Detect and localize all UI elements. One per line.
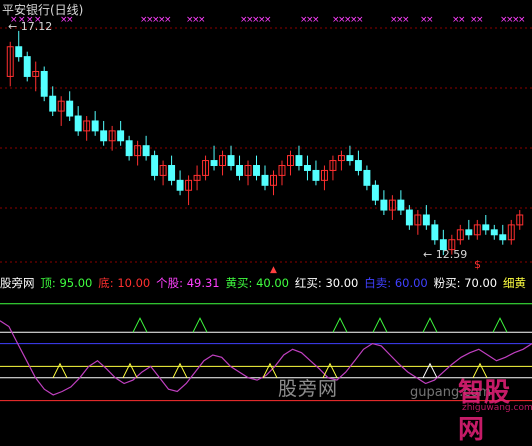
- signal-spike: [422, 362, 438, 379]
- candle: [40, 66, 48, 102]
- signal-spike: [422, 317, 438, 333]
- watermark-text: 股旁网: [278, 378, 339, 400]
- candle: [405, 205, 413, 230]
- candle: [23, 51, 31, 82]
- candle: [270, 170, 277, 196]
- candle: [473, 219, 481, 240]
- candle: [482, 214, 490, 235]
- signal-x-marker: ×: [356, 15, 364, 25]
- candle: [83, 116, 91, 141]
- signal-spike: [122, 362, 138, 379]
- candle: [414, 210, 422, 235]
- candle: [320, 165, 328, 191]
- dollar-marker: $: [474, 258, 481, 271]
- signal-x-marker: ×: [476, 15, 484, 25]
- candle: [422, 205, 430, 230]
- candle: [499, 224, 507, 245]
- signal-x-marker: ×: [458, 15, 466, 25]
- signal-spike: [332, 317, 348, 333]
- candle: [117, 120, 125, 146]
- candle: [465, 219, 473, 240]
- candle: [185, 175, 193, 206]
- candle: [176, 170, 184, 196]
- candle: [456, 224, 464, 245]
- legend-top: 顶: 95.00: [40, 276, 93, 290]
- candle: [168, 155, 176, 186]
- signal-x-marker: ×: [164, 15, 172, 25]
- candle: [49, 86, 57, 117]
- high-price-label: ← 17.12: [8, 20, 53, 33]
- legend-bottom: 底: 10.00: [98, 276, 151, 290]
- candle: [303, 155, 311, 181]
- candlestick-chart: × × × × ×× ××××× ××× ××××× ××× ××××× ××× ×× ×× ×× ××××: [0, 15, 532, 263]
- signal-spike: [192, 317, 208, 333]
- candle: [193, 165, 201, 191]
- candle: [134, 140, 142, 166]
- candle: [32, 61, 40, 92]
- candle: [219, 150, 227, 176]
- candle: [210, 145, 218, 171]
- legend-name: 股旁网: [0, 276, 35, 290]
- legend-pink_buy: 粉买: 70.00: [433, 276, 498, 290]
- candle: [125, 135, 133, 161]
- candle: [91, 111, 99, 136]
- signal-spike: [132, 317, 148, 333]
- candle: [380, 190, 388, 215]
- candle: [507, 219, 515, 245]
- candle: [329, 155, 337, 181]
- candle: [278, 160, 286, 186]
- legend-red_buy: 红买: 30.00: [294, 276, 359, 290]
- legend-thin_yellow: 细黄: [503, 276, 527, 290]
- signal-spike: [372, 317, 388, 333]
- candle: [431, 219, 439, 245]
- signal-spike: [52, 362, 68, 379]
- signal-spike: [172, 362, 188, 379]
- candle: [261, 165, 269, 191]
- candle: [151, 150, 159, 181]
- candle: [295, 145, 303, 171]
- candle: [312, 160, 320, 186]
- candle: [244, 160, 252, 186]
- logo-url: zhiguwang.com: [462, 403, 532, 413]
- candle: [236, 155, 243, 181]
- candle: [74, 106, 82, 136]
- candle: [159, 160, 167, 186]
- signal-x-marker: ×: [518, 15, 526, 25]
- signal-x-marker: ×: [402, 15, 410, 25]
- candle: [253, 155, 260, 181]
- signal-x-marker: ×: [198, 15, 206, 25]
- candle: [490, 224, 498, 240]
- candle: [516, 210, 524, 230]
- candle: [371, 180, 379, 206]
- candle: [397, 190, 405, 215]
- chart-title: 平安银行(日线): [2, 3, 84, 17]
- candle: [66, 91, 74, 121]
- signal-x-marker: ×: [264, 15, 272, 25]
- candle: [142, 135, 150, 161]
- candle: [227, 145, 235, 171]
- candle: [202, 155, 210, 181]
- legend-yellow_buy: 黄买: 40.00: [225, 276, 289, 290]
- low-price-label: ← 12.59: [423, 248, 468, 261]
- candle: [100, 120, 108, 146]
- signal-x-marker: ×: [426, 15, 434, 25]
- legend-white_sell: 白卖: 60.00: [364, 276, 428, 290]
- candle: [57, 96, 65, 126]
- signal-x-marker: ×: [312, 15, 320, 25]
- candle: [287, 150, 294, 176]
- indicator-legend: 股旁网 顶: 95.00 底: 10.00 个股: 49.31 黄买: 40.00 红买:…: [0, 274, 532, 292]
- candle: [337, 150, 345, 171]
- legend-stock: 个股: 49.31: [156, 276, 220, 290]
- signal-spike: [492, 317, 508, 333]
- candle: [354, 150, 362, 176]
- candle: [108, 125, 116, 151]
- candle: [346, 145, 354, 166]
- candle: [15, 30, 23, 62]
- candle: [6, 41, 14, 87]
- candle: [363, 165, 371, 191]
